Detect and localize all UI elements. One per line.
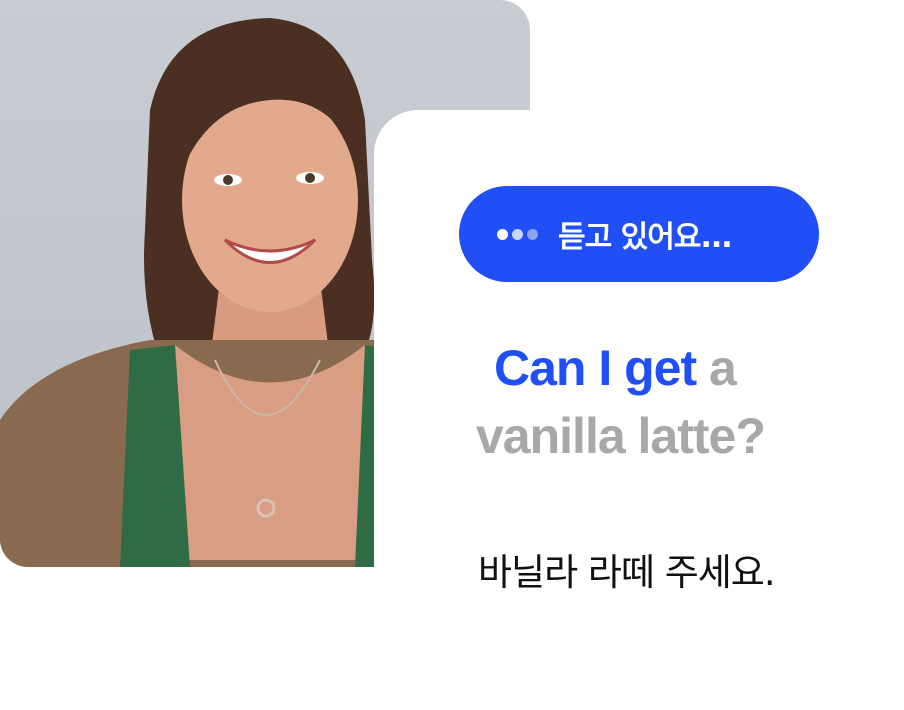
translation-text: 바닐라 라떼 주세요. <box>478 551 776 594</box>
dot <box>497 228 508 240</box>
dot <box>527 228 538 240</box>
pending-text: vanilla latte? <box>476 408 766 464</box>
sentence-line-1: Can I get a <box>476 334 896 402</box>
dot <box>512 228 523 240</box>
transcribed-sentence: Can I get a vanilla latte? <box>476 334 896 470</box>
listening-label: 듣고 있어요... <box>558 220 733 255</box>
pending-text: a <box>709 340 737 396</box>
spoken-text: Can I get <box>494 340 697 396</box>
typing-dots-icon <box>497 228 538 240</box>
sentence-line-2: vanilla latte? <box>476 402 896 470</box>
listening-indicator: 듣고 있어요... <box>459 186 819 282</box>
